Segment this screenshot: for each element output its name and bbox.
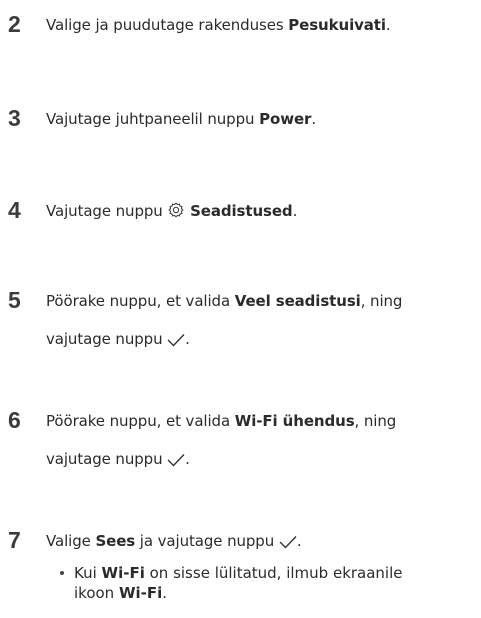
step-text-bold: Pesukuivati — [288, 16, 386, 34]
note-line2-bold: Wi-Fi — [118, 584, 163, 602]
step-text-pre: Vajutage nuppu — [46, 202, 168, 220]
step-text-post: , ning — [354, 412, 397, 430]
bullet-icon — [60, 571, 64, 575]
step-text-post2: . — [296, 532, 302, 550]
step-text: Valige Sees ja vajutage nuppu . — [46, 526, 302, 559]
step-text-post: . — [292, 202, 298, 220]
step-text: Vajutage juhtpaneelil nuppu Power. — [46, 104, 316, 134]
step-text-line2-post: . — [185, 330, 190, 348]
step-text-bold: Sees — [95, 532, 136, 550]
checkmark-icon — [167, 327, 185, 357]
step-text-post: . — [385, 16, 391, 34]
step-text: Valige ja puudutage rakenduses Pesukuiva… — [46, 10, 391, 40]
step-text-line2-post: . — [185, 450, 190, 468]
step-number: 6 — [8, 407, 21, 433]
step-text-line2-pre: vajutage nuppu — [46, 330, 163, 348]
step-text: Vajutage nuppu Seadistused. — [46, 196, 297, 229]
step-text-bold: Power — [259, 110, 312, 128]
step-text-line2: vajutage nuppu . — [46, 324, 190, 357]
step-text-post: . — [311, 110, 317, 128]
note-pre: Kui — [74, 564, 102, 582]
checkmark-icon — [167, 447, 185, 477]
note-line2-post: . — [162, 584, 168, 602]
step-number: 4 — [8, 197, 21, 223]
step-text-post: ja vajutage nuppu — [135, 532, 275, 550]
step-number: 5 — [8, 287, 21, 313]
note-post: on sisse lülitatud, ilmub ekraanile — [144, 564, 403, 582]
step-number: 7 — [8, 527, 21, 553]
step-number: 2 — [8, 11, 21, 37]
note-line2-pre: ikoon — [74, 584, 119, 602]
step-text-line2-pre: vajutage nuppu — [46, 450, 163, 468]
step-text-pre: Pöörake nuppu, et valida — [46, 292, 235, 310]
step-text-bold: Veel seadistusi — [234, 292, 361, 310]
step-text: Pöörake nuppu, et valida Wi-Fi ühendus, … — [46, 406, 396, 436]
step-text-bold: Seadistused — [190, 202, 293, 220]
step-text-pre: Valige ja puudutage rakenduses — [46, 16, 289, 34]
gear-icon — [167, 199, 185, 229]
step-text-pre: Pöörake nuppu, et valida — [46, 412, 235, 430]
checkmark-icon — [279, 529, 297, 559]
step-text-post: , ning — [360, 292, 403, 310]
note-line1: Kui Wi-Fi on sisse lülitatud, ilmub ekra… — [74, 564, 403, 582]
step-text: Pöörake nuppu, et valida Veel seadistusi… — [46, 286, 402, 316]
step-text-bold: Wi-Fi ühendus — [234, 412, 355, 430]
step-text-pre: Valige — [46, 532, 96, 550]
step-text-pre: Vajutage juhtpaneelil nuppu — [46, 110, 260, 128]
note-bold: Wi-Fi — [101, 564, 145, 582]
step-number: 3 — [8, 105, 21, 131]
note-line2: ikoon Wi-Fi. — [74, 584, 167, 602]
step-text-line2: vajutage nuppu . — [46, 444, 190, 477]
